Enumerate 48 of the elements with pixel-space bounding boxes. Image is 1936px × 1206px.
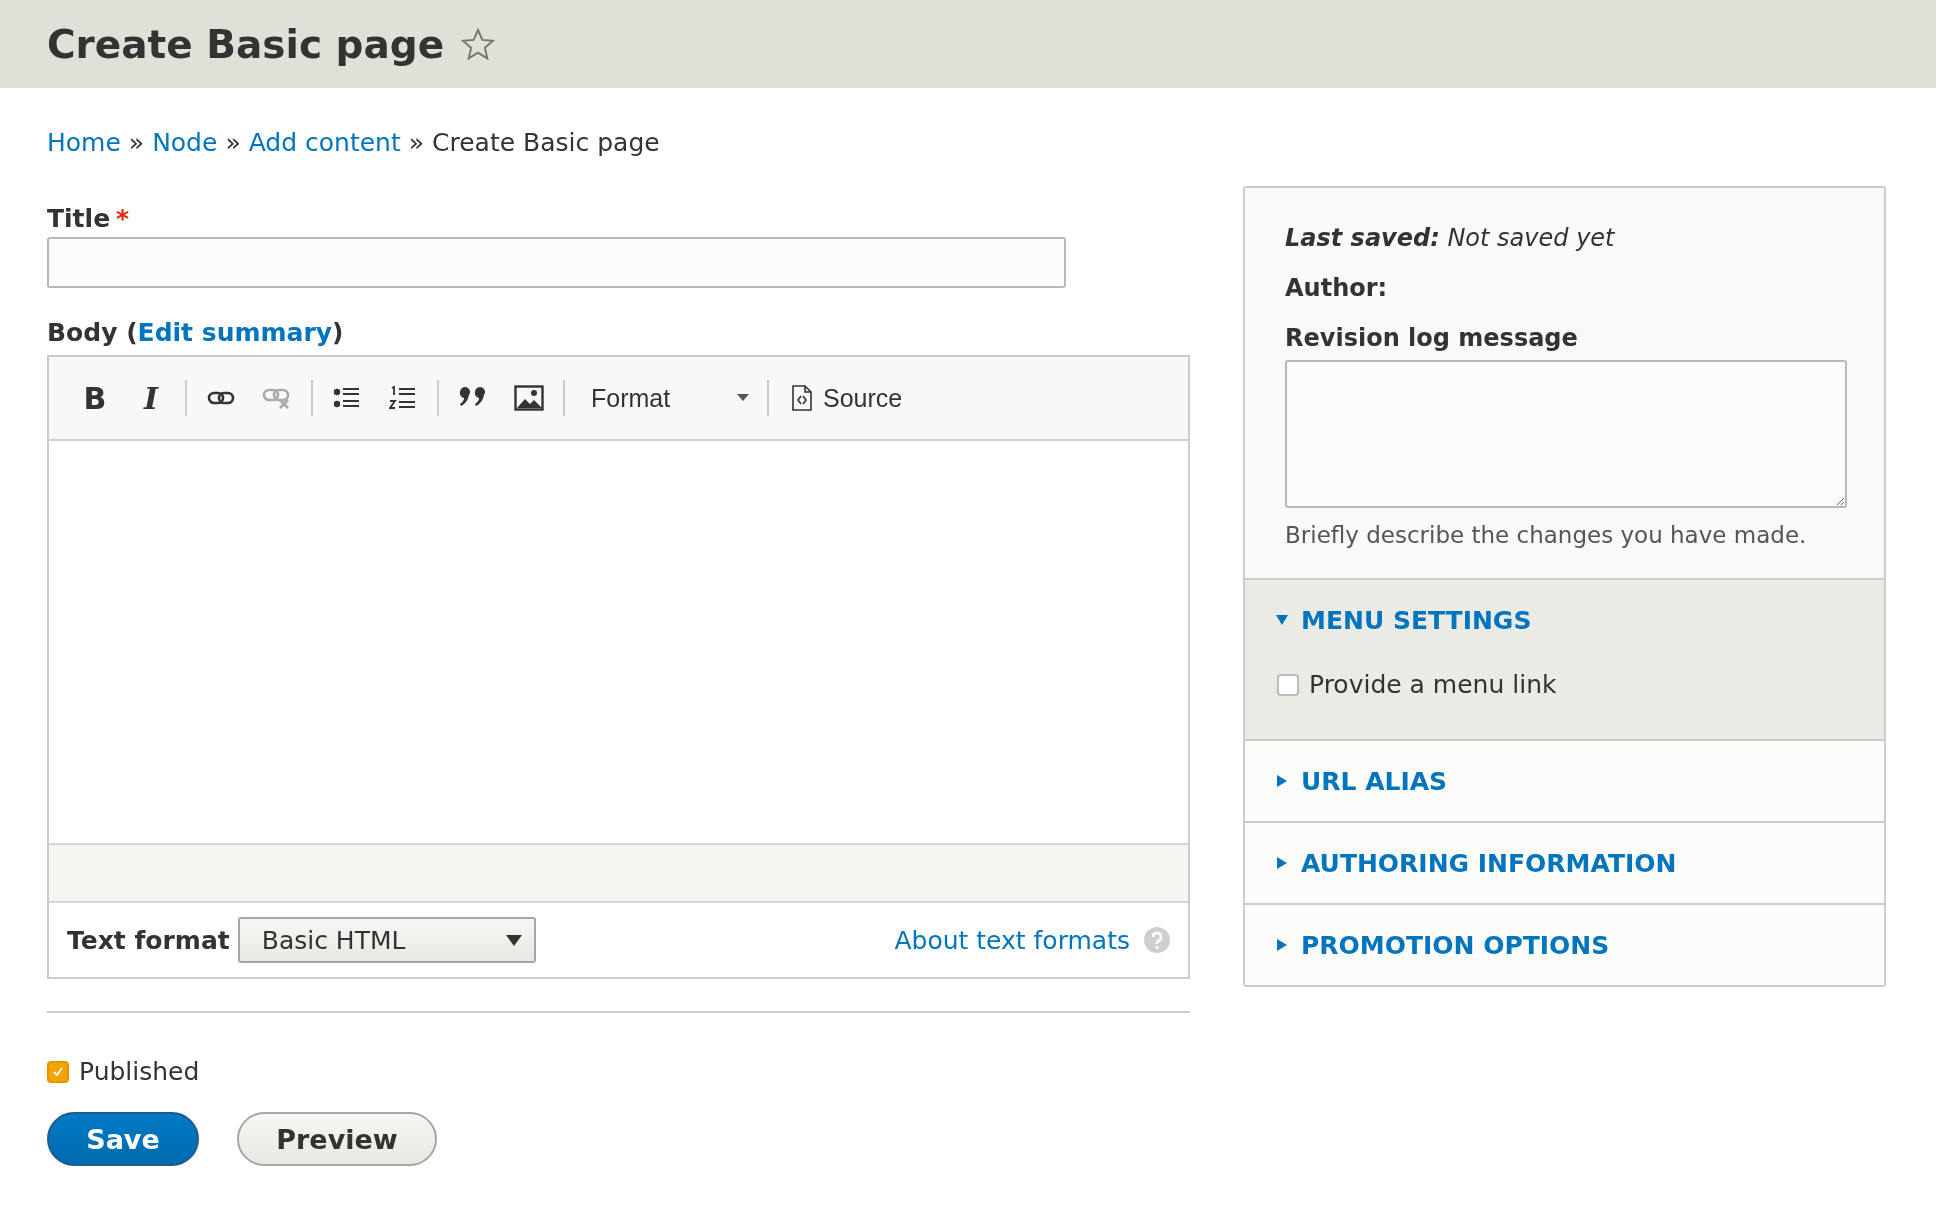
author-label: Author: [1285, 274, 1389, 302]
field-label: Title [47, 204, 111, 233]
page-title: Create Basic page [47, 21, 445, 67]
bold-button[interactable]: B [73, 376, 117, 420]
chain-link-icon [207, 390, 235, 406]
section-title[interactable]: URL ALIAS [1301, 766, 1448, 796]
breadcrumb-current: Create Basic page [432, 128, 660, 157]
italic-button[interactable]: I [129, 376, 173, 420]
checkbox-label: Published [79, 1057, 200, 1086]
section-title[interactable]: PROMOTION OPTIONS [1301, 930, 1610, 960]
triangle-icon[interactable] [1276, 615, 1288, 625]
field-label: Body (Edit summary) [47, 318, 344, 347]
bulleted-list-icon [333, 386, 361, 410]
source-code-icon [791, 384, 813, 412]
menu-link-checkbox[interactable] [1277, 673, 1299, 696]
field-label: Revision log message [1285, 324, 1579, 352]
section-title[interactable]: MENU SETTINGS [1301, 605, 1532, 635]
format-dropdown[interactable]: Format [577, 376, 755, 420]
breadcrumb-link[interactable]: Home [47, 128, 121, 157]
checkbox-label: Provide a menu link [1309, 670, 1557, 699]
caret-icon [737, 394, 749, 402]
breadcrumb-separator: » [408, 128, 425, 157]
source-button[interactable]: Source [781, 376, 909, 420]
revision-log-input[interactable] [1285, 360, 1847, 508]
title-input[interactable] [47, 237, 1066, 288]
numbered-list-icon [389, 385, 417, 411]
star-icon[interactable] [460, 27, 497, 63]
triangle-icon[interactable] [1277, 775, 1287, 787]
edit-summary-link[interactable]: Edit summary [137, 318, 333, 347]
required-mark: * [116, 204, 130, 233]
last-saved-text: Last saved: Not saved yet [1285, 224, 1616, 252]
breadcrumb-link[interactable]: Add content [248, 128, 401, 157]
breadcrumb-separator: » [128, 128, 145, 157]
breadcrumb-separator: » [225, 128, 241, 157]
save-button[interactable]: Save [47, 1112, 199, 1166]
triangle-icon[interactable] [1277, 857, 1287, 869]
breadcrumb-link[interactable]: Node [152, 128, 218, 157]
text-format-label: Text format [67, 925, 230, 955]
caret-icon [505, 934, 522, 946]
broken-link-icon [262, 387, 292, 409]
text-format-select[interactable]: Basic HTML [237, 917, 536, 963]
triangle-icon[interactable] [1277, 939, 1287, 951]
field-description: Briefly describe the changes you have made. [1285, 522, 1808, 548]
about-text-formats-link[interactable]: About text formats [894, 925, 1130, 955]
section-title[interactable]: AUTHORING INFORMATION [1301, 848, 1677, 878]
preview-button[interactable]: Preview [237, 1112, 437, 1166]
published-checkbox[interactable] [47, 1060, 69, 1083]
image-icon [514, 385, 544, 411]
